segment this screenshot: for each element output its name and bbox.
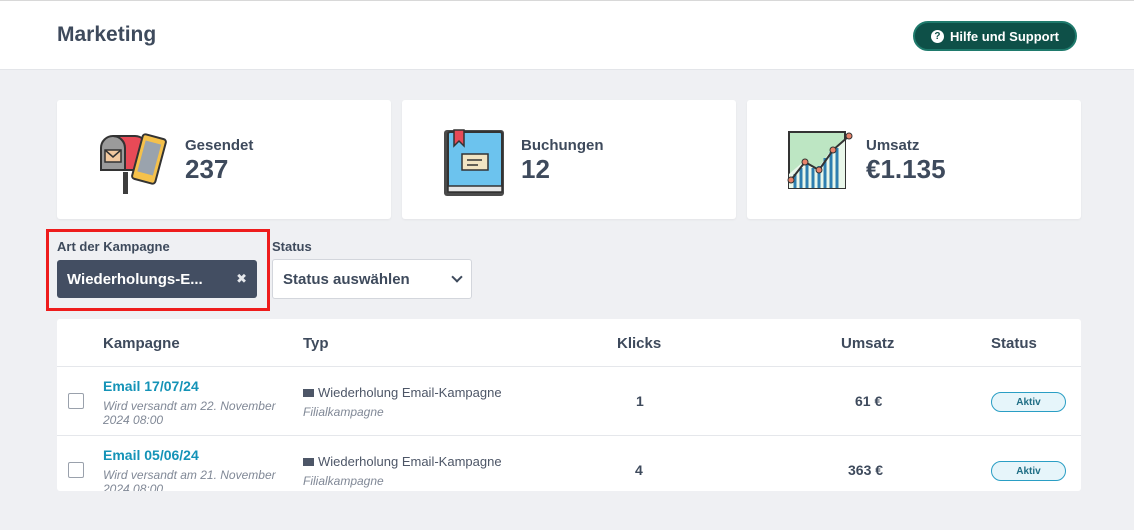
campaign-type-label: Art der Kampagne — [57, 239, 170, 254]
column-header-umsatz[interactable]: Umsatz — [841, 335, 894, 352]
mailbox-phone-icon — [100, 133, 167, 194]
column-header-status[interactable]: Status — [991, 335, 1037, 352]
stat-value-revenue: €1.135 — [866, 154, 946, 184]
campaign-type-chip[interactable]: Wiederholungs-E... ✖ — [57, 260, 257, 298]
close-icon[interactable]: ✖ — [236, 271, 247, 287]
stat-value-bookings: 12 — [521, 154, 550, 184]
status-filter-label: Status — [272, 239, 312, 254]
chevron-down-icon — [451, 271, 463, 283]
campaign-type-text: Wiederholung Email-Kampagne — [318, 385, 502, 400]
campaign-type-sub: Filialkampagne — [303, 405, 384, 419]
status-select[interactable]: Status auswählen — [272, 259, 472, 299]
stat-label-bookings: Buchungen — [521, 137, 604, 154]
stat-label-sent: Gesendet — [185, 137, 254, 154]
envelope-icon — [303, 388, 314, 397]
column-header-typ[interactable]: Typ — [303, 335, 329, 352]
campaign-revenue: 363 € — [848, 462, 884, 478]
status-badge: Aktiv — [991, 392, 1066, 412]
campaign-clicks: 1 — [636, 393, 644, 409]
stat-card-revenue: Umsatz €1.135 — [747, 100, 1081, 219]
campaign-schedule: Wird versandt am 22. November 2024 08:00 — [103, 399, 276, 427]
help-support-button[interactable]: ? Hilfe und Support — [913, 21, 1077, 51]
row-checkbox[interactable] — [68, 393, 84, 409]
column-header-kampagne[interactable]: Kampagne — [103, 335, 180, 352]
campaign-type-text: Wiederholung Email-Kampagne — [318, 454, 502, 469]
stat-value-sent: 237 — [185, 154, 229, 184]
row-checkbox[interactable] — [68, 462, 84, 478]
revenue-chart-icon — [787, 131, 853, 189]
table-row: Email 17/07/24 Wird versandt am 22. Nove… — [57, 366, 1081, 435]
stat-card-bookings: Buchungen 12 — [402, 100, 736, 219]
stat-label-revenue: Umsatz — [866, 137, 920, 154]
column-header-klicks[interactable]: Klicks — [617, 335, 661, 352]
campaign-type-sub: Filialkampagne — [303, 474, 384, 488]
status-select-placeholder: Status auswählen — [283, 270, 410, 288]
top-bar: Marketing ? Hilfe und Support — [0, 0, 1134, 70]
campaign-type: Wiederholung Email-Kampagne — [303, 385, 502, 400]
campaign-link[interactable]: Email 05/06/24 — [103, 447, 199, 463]
page-title: Marketing — [57, 23, 157, 46]
stat-card-sent: Gesendet 237 — [57, 100, 391, 219]
campaign-revenue: 61 € — [855, 393, 883, 409]
table-row: Email 05/06/24 Wird versandt am 21. Nove… — [57, 435, 1081, 491]
campaign-schedule: Wird versandt am 21. November 2024 08:00 — [103, 468, 276, 491]
campaign-type: Wiederholung Email-Kampagne — [303, 454, 502, 469]
question-icon: ? — [930, 29, 944, 43]
booking-book-icon — [444, 129, 504, 196]
campaign-clicks: 4 — [635, 462, 643, 478]
envelope-icon — [303, 457, 314, 466]
campaign-table: Kampagne Typ Klicks Umsatz Status Email … — [57, 319, 1081, 491]
status-badge: Aktiv — [991, 461, 1066, 481]
campaign-type-value: Wiederholungs-E... — [67, 270, 203, 288]
campaign-link[interactable]: Email 17/07/24 — [103, 378, 199, 394]
help-support-label: Hilfe und Support — [949, 28, 1060, 44]
